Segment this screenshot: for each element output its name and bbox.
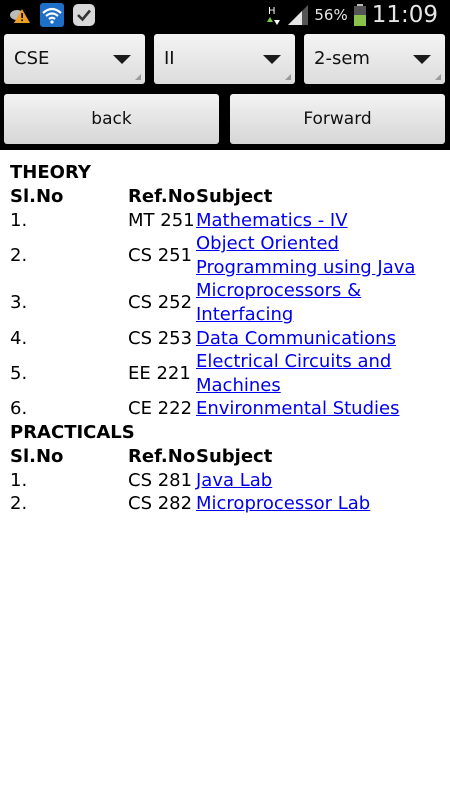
ref-no-cell: CS 253: [128, 327, 193, 349]
status-indicators: H 56% 11:09: [266, 0, 438, 30]
sl-no-header: Sl.No: [10, 186, 64, 207]
practicals-table: Sl.No Ref.No Subject 1. CS 281 Java Lab …: [10, 445, 442, 516]
corner-marker-icon: [435, 74, 441, 80]
table-row: 2. CS 282 Microprocessor Lab: [10, 492, 442, 516]
subject-header: Subject: [196, 186, 273, 207]
subject-link[interactable]: Microprocessors & Interfacing: [196, 280, 361, 325]
subject-link[interactable]: Java Lab: [196, 470, 272, 491]
table-row: 4. CS 253 Data Communications: [10, 327, 442, 351]
ref-no-header: Ref.No: [128, 445, 196, 467]
table-row: 2. CS 251 Object Oriented Programming us…: [10, 232, 442, 279]
sl-no-cell: 3.: [10, 292, 28, 314]
table-row: 1. CS 281 Java Lab: [10, 469, 442, 493]
sl-no-cell: 4.: [10, 327, 28, 349]
ref-no-cell: CS 252: [128, 292, 193, 314]
ref-no-cell: CS 281: [128, 469, 193, 491]
battery-percent: 56%: [314, 6, 348, 24]
semester-dropdown[interactable]: 2-sem: [304, 34, 445, 84]
back-button[interactable]: back: [4, 94, 219, 144]
subject-link[interactable]: Mathematics - IV: [196, 210, 348, 231]
ref-no-cell: EE 221: [128, 362, 191, 384]
sl-no-header: Sl.No: [10, 445, 64, 467]
table-row: 1. MT 251 Mathematics - IV: [10, 209, 442, 233]
table-row: 6. CE 222 Environmental Studies: [10, 397, 442, 421]
wifi-icon: [40, 3, 64, 27]
dropdown-arrow-icon: [263, 55, 281, 64]
corner-marker-icon: [285, 74, 291, 80]
subject-link[interactable]: Data Communications: [196, 328, 396, 349]
battery-icon: [353, 3, 367, 27]
ref-no-cell: CE 222: [128, 398, 193, 420]
notification-icons: [8, 3, 96, 27]
dropdown-arrow-icon: [413, 55, 431, 64]
sl-no-cell: 5.: [10, 362, 28, 384]
ref-no-cell: CS 251: [128, 244, 193, 266]
table-header-row: Sl.No Ref.No Subject: [10, 445, 442, 469]
ref-no-header: Ref.No: [128, 186, 196, 207]
subject-link[interactable]: Microprocessor Lab: [196, 493, 370, 514]
theory-table: Sl.No Ref.No Subject 1. MT 251 Mathemati…: [10, 185, 442, 421]
subject-link[interactable]: Environmental Studies: [196, 398, 399, 419]
sl-no-cell: 6.: [10, 398, 28, 420]
year-value: II: [164, 48, 175, 69]
department-dropdown[interactable]: CSE: [4, 34, 145, 84]
semester-value: 2-sem: [314, 48, 370, 69]
subject-link[interactable]: Object Oriented Programming using Java: [196, 233, 415, 278]
theory-heading: THEORY: [10, 162, 91, 183]
clock: 11:09: [371, 2, 438, 28]
subject-header: Subject: [196, 445, 273, 467]
dropdown-arrow-icon: [113, 55, 131, 64]
subject-link[interactable]: Electrical Circuits and Machines: [196, 351, 391, 396]
table-row: 3. CS 252 Microprocessors & Interfacing: [10, 279, 442, 326]
corner-marker-icon: [135, 74, 141, 80]
year-dropdown[interactable]: II: [154, 34, 295, 84]
sl-no-cell: 1.: [10, 209, 28, 231]
sl-no-cell: 2.: [10, 244, 28, 266]
warning-chat-icon: [8, 3, 32, 27]
sl-no-cell: 1.: [10, 469, 28, 491]
ref-no-cell: CS 282: [128, 493, 193, 515]
ref-no-cell: MT 251: [128, 209, 195, 231]
syllabus-content: THEORY Sl.No Ref.No Subject 1. MT 251 Ma…: [10, 152, 442, 516]
sl-no-cell: 2.: [10, 493, 28, 515]
svg-text:H: H: [268, 6, 276, 17]
practicals-heading: PRACTICALS: [10, 421, 135, 443]
table-header-row: Sl.No Ref.No Subject: [10, 185, 442, 209]
department-value: CSE: [14, 48, 50, 69]
forward-button[interactable]: Forward: [230, 94, 445, 144]
table-row: 5. EE 221 Electrical Circuits and Machin…: [10, 350, 442, 397]
controls-panel: CSE II 2-sem back Forward: [0, 30, 450, 150]
status-bar: H 56% 11:09: [0, 0, 450, 30]
task-check-icon: [72, 3, 96, 27]
signal-strength-icon: [287, 3, 309, 27]
data-transfer-icon: H: [266, 3, 282, 27]
